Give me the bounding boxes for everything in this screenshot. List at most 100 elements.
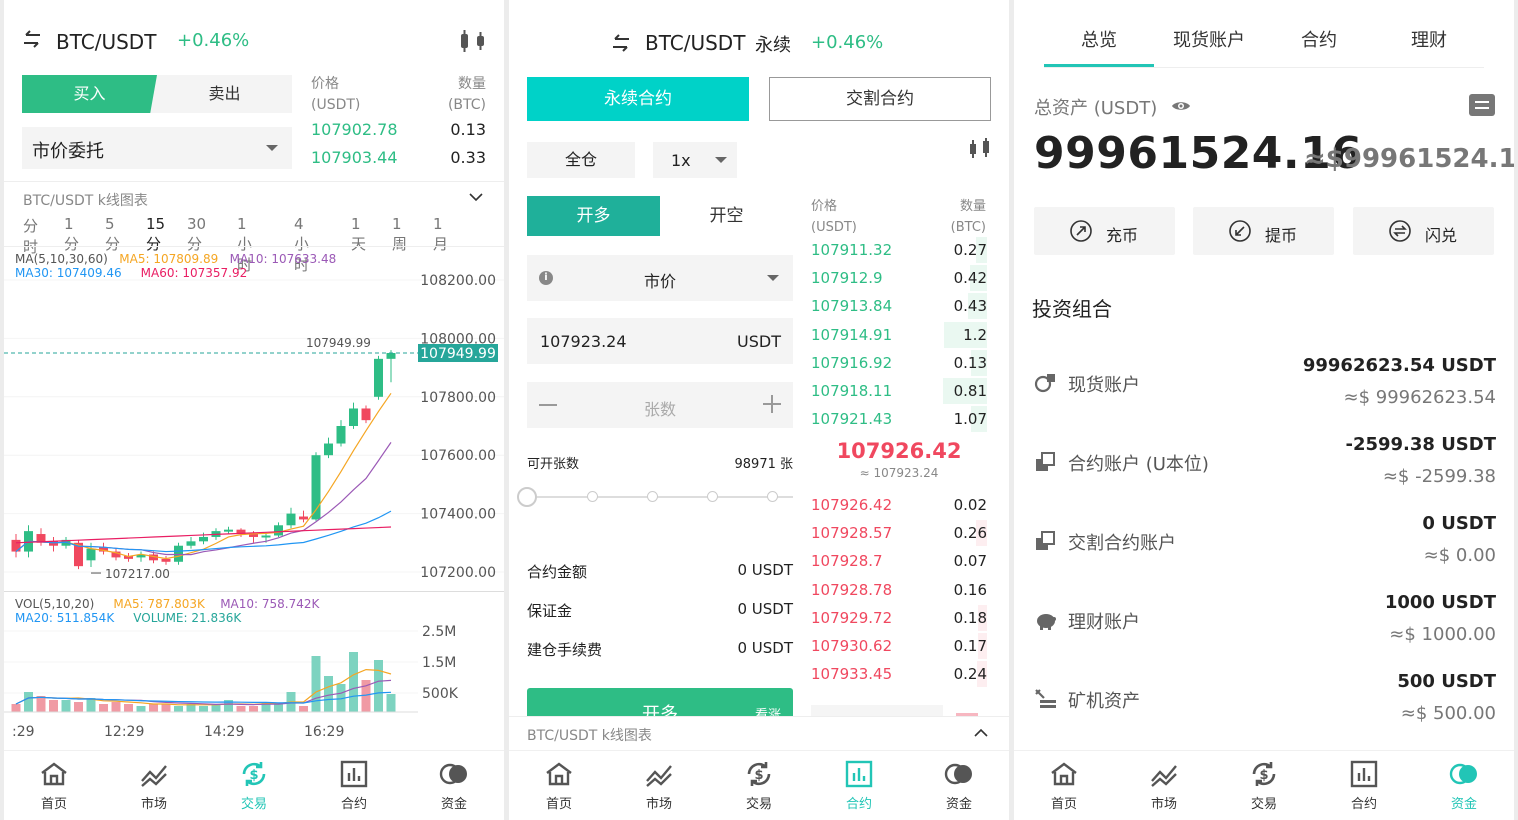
account-row-spot[interactable]: 现货账户 99962623.54 USDT ≈$ 99962623.54 (1014, 350, 1514, 420)
bid-row[interactable]: 107918.11 0.81 (811, 378, 987, 406)
slider-stop[interactable] (647, 491, 658, 502)
margin-label: 保证金 (527, 602, 573, 620)
slider-stop[interactable] (767, 491, 778, 502)
pair-title[interactable]: BTC/USDT (645, 31, 745, 55)
account-amount: 99962623.54 USDT (1302, 355, 1496, 376)
leverage-select[interactable]: 1x (653, 142, 737, 178)
open-short-tab[interactable]: 开空 (660, 196, 793, 236)
nav-market[interactable]: 市场 (1114, 759, 1214, 812)
tab-spot-account[interactable]: 现货账户 (1154, 26, 1264, 52)
ask-row[interactable]: 107933.45 0.24 (811, 661, 987, 689)
kline-collapsed-bar[interactable]: BTC/USDT k线图表 (509, 716, 1009, 750)
candle (261, 535, 271, 538)
nav-contract[interactable]: 合约 (1314, 759, 1414, 812)
nav-contract[interactable]: 合约 (304, 759, 404, 812)
ob-row-price[interactable]: 107903.44 (311, 148, 398, 167)
nav-label: 资金 (1450, 797, 1477, 812)
records-icon[interactable] (1469, 94, 1495, 116)
nav-assets[interactable]: 资金 (404, 759, 504, 812)
ask-row[interactable]: 107926.42 0.02 (811, 492, 987, 520)
slider-stop[interactable] (587, 491, 598, 502)
leverage-slider-track[interactable] (527, 496, 793, 498)
submit-open-long-button[interactable]: 开多 看涨 (527, 688, 793, 718)
candlestick-icon[interactable] (967, 137, 993, 161)
tab-perpetual[interactable]: 永续合约 (527, 77, 749, 121)
ask-row[interactable]: 107929.72 0.18 (811, 604, 987, 633)
nav-trade[interactable]: $ 交易 (1214, 759, 1314, 812)
kline-chart[interactable]: 108200.00108000.00107800.00107600.001074… (4, 248, 504, 593)
flash-exchange-button[interactable]: 闪兑 (1353, 207, 1494, 255)
nav-market[interactable]: 市场 (104, 759, 204, 812)
bid-row[interactable]: 107911.32 0.27 (811, 237, 987, 265)
ob-qty-header: 数量 (BTC) (448, 74, 486, 116)
volume-bar (386, 694, 396, 712)
nav-assets[interactable]: 资金 (909, 759, 1009, 812)
nav-market[interactable]: 市场 (609, 759, 709, 812)
tab-overview[interactable]: 总览 (1044, 26, 1154, 52)
swap-icon[interactable] (22, 30, 42, 48)
order-qty: 0.27 (953, 241, 987, 259)
plus-icon[interactable] (763, 395, 781, 413)
nav-label: 资金 (945, 797, 972, 812)
ask-row[interactable]: 107928.57 0.26 (811, 520, 987, 548)
flash-exchange-label: 闪兑 (1425, 226, 1458, 245)
home-icon (1051, 762, 1077, 786)
order-price: 107926.42 (811, 496, 893, 514)
bid-row[interactable]: 107921.43 1.07 (811, 406, 987, 434)
nav-home[interactable]: 首页 (509, 759, 609, 812)
ob-row-price[interactable]: 107902.78 (311, 120, 398, 139)
nav-label: 市场 (1150, 797, 1177, 812)
pair-title[interactable]: BTC/USDT (56, 30, 156, 54)
chevron-up-icon[interactable] (974, 728, 988, 738)
buy-tab[interactable]: 买入 (22, 75, 157, 113)
price-input[interactable]: 107923.24 USDT (527, 318, 793, 364)
tab-finance[interactable]: 理财 (1374, 26, 1484, 52)
candle (174, 545, 183, 562)
candlestick-icon[interactable] (458, 28, 488, 54)
nav-trade[interactable]: $ 交易 (709, 759, 809, 812)
price-type-select[interactable]: i 市价 (527, 255, 793, 301)
account-row-finance[interactable]: 理财账户 1000 USDT ≈$ 1000.00 (1014, 587, 1514, 657)
swap-icon[interactable] (611, 34, 631, 52)
slider-stop[interactable] (707, 491, 718, 502)
tab-contract[interactable]: 合约 (1264, 26, 1374, 52)
ask-row[interactable]: 107928.78 0.16 (811, 577, 987, 605)
withdraw-button[interactable]: 提币 (1193, 207, 1334, 255)
current-price-label: 107949.99 (420, 346, 496, 362)
account-row-delivery[interactable]: 交割合约账户 0 USDT ≈$ 0.00 (1014, 508, 1514, 578)
portfolio-title: 投资组合 (1032, 297, 1112, 321)
volume-bar (11, 704, 21, 712)
divider (4, 181, 504, 182)
nav-assets[interactable]: 资金 (1414, 759, 1514, 812)
deposit-button[interactable]: 充币 (1034, 207, 1175, 255)
bid-row[interactable]: 107916.92 0.13 (811, 349, 987, 378)
chevron-down-icon[interactable] (469, 192, 483, 202)
volume-bar (36, 696, 46, 712)
trade-icon: $ (242, 762, 266, 786)
account-row-mining[interactable]: 矿机资产 500 USDT ≈$ 500.00 (1014, 666, 1514, 736)
mid-price[interactable]: 107926.42 (811, 439, 987, 463)
bid-row[interactable]: 107912.9 0.42 (811, 265, 987, 293)
tab-delivery[interactable]: 交割合约 (769, 77, 991, 121)
nav-home[interactable]: 首页 (1014, 759, 1114, 812)
sell-tab[interactable]: 卖出 (157, 75, 292, 113)
open-long-tab[interactable]: 开多 (527, 196, 660, 236)
eye-icon[interactable] (1171, 99, 1191, 113)
chevron-down-icon (266, 145, 278, 151)
ask-row[interactable]: 107930.62 0.17 (811, 633, 987, 661)
bottom-nav: 首页 市场 $ 交易 合约 资金 (1014, 750, 1514, 820)
quantity-stepper[interactable]: 张数 (527, 382, 793, 428)
nav-contract[interactable]: 合约 (809, 759, 909, 812)
nav-home[interactable]: 首页 (4, 759, 104, 812)
withdraw-label: 提币 (1265, 226, 1298, 245)
order-type-select[interactable]: 市价委托 (22, 127, 292, 169)
bid-row[interactable]: 107914.91 1.2 (811, 321, 987, 350)
margin-mode-button[interactable]: 全仓 (527, 142, 635, 178)
nav-trade[interactable]: $ 交易 (204, 759, 304, 812)
order-qty: 0.13 (953, 353, 987, 372)
slider-handle[interactable] (517, 487, 537, 507)
ask-row[interactable]: 107928.7 0.07 (811, 548, 987, 576)
price-unit: USDT (737, 332, 781, 351)
account-row-contract[interactable]: 合约账户 (U本位) -2599.38 USDT ≈$ -2599.38 (1014, 429, 1514, 499)
bid-row[interactable]: 107913.84 0.43 (811, 293, 987, 321)
